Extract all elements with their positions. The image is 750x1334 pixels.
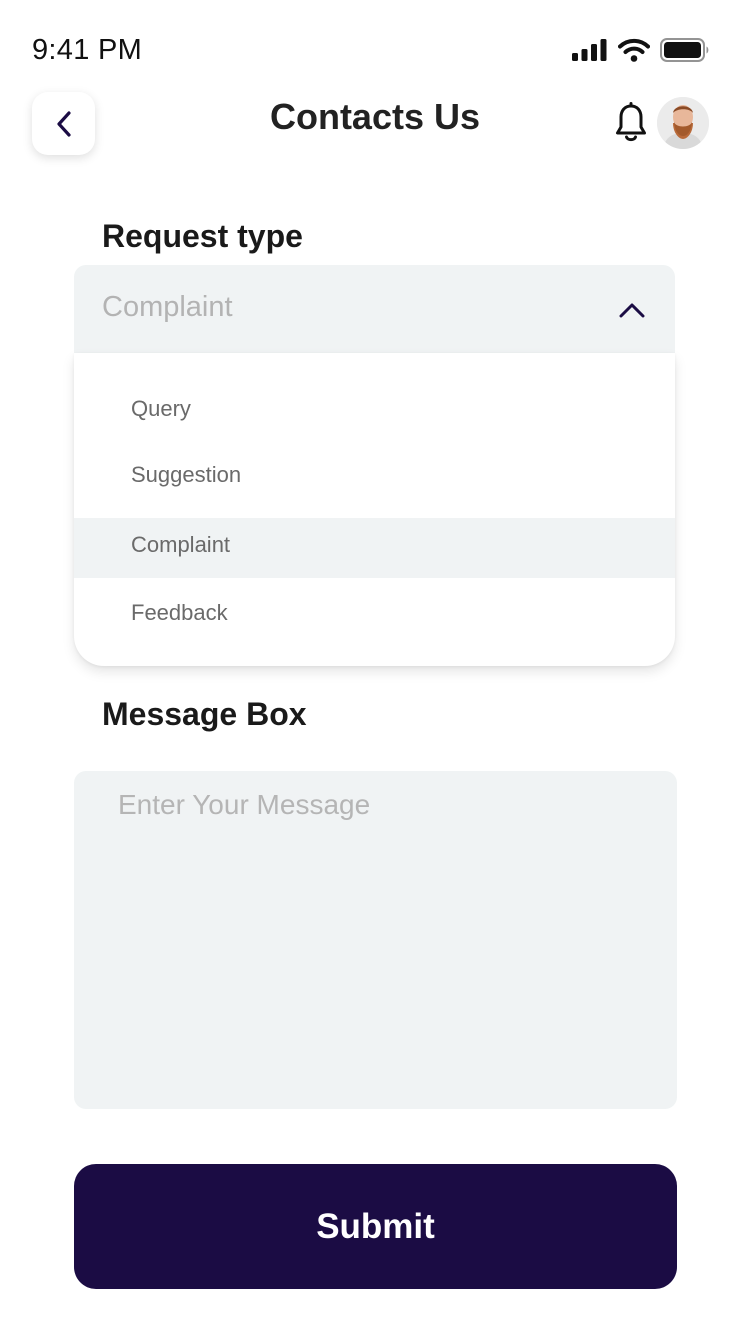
status-time: 9:41 PM (32, 34, 143, 66)
contact-screen: 9:41 PM Contacts Us Request type Complai… (0, 0, 750, 1334)
dropdown-option-query[interactable]: Query (74, 380, 675, 440)
request-type-dropdown: Query Suggestion Complaint Feedback (74, 353, 675, 666)
message-input[interactable] (74, 771, 677, 1109)
chevron-up-icon (619, 303, 645, 318)
option-label: Query (131, 396, 191, 421)
option-label: Complaint (131, 532, 231, 557)
submit-button[interactable]: Submit (74, 1164, 677, 1289)
avatar[interactable] (657, 97, 709, 149)
notification-button[interactable] (612, 101, 650, 145)
dropdown-option-complaint[interactable]: Complaint (74, 518, 675, 578)
cellular-signal-icon (572, 39, 607, 61)
option-label: Feedback (131, 600, 228, 625)
request-type-label: Request type (102, 218, 303, 254)
dropdown-option-suggestion[interactable]: Suggestion (74, 446, 675, 506)
message-box-label: Message Box (102, 696, 307, 732)
request-type-selected-value: Complaint (102, 291, 233, 323)
request-type-select[interactable]: Complaint (74, 265, 675, 353)
dropdown-option-feedback[interactable]: Feedback (74, 584, 675, 644)
option-label: Suggestion (131, 462, 242, 487)
wifi-icon (618, 38, 650, 62)
status-icons (572, 38, 710, 62)
user-avatar-icon (657, 97, 709, 149)
bell-icon (616, 102, 646, 142)
battery-icon (660, 38, 709, 62)
